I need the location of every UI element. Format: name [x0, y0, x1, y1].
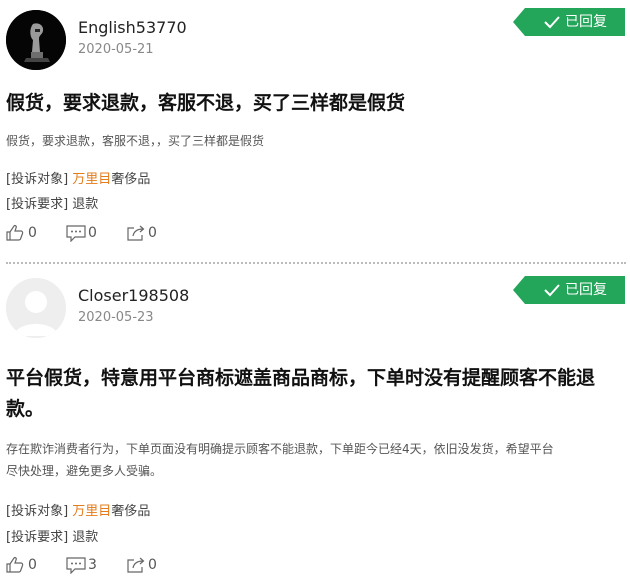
share-count: 0	[148, 225, 157, 241]
target-suffix: 奢侈品	[111, 504, 151, 519]
target-label: [投诉对象]	[6, 172, 69, 187]
thumbs-up-icon	[6, 557, 24, 573]
comment-count: 3	[88, 557, 97, 573]
comment-count: 0	[88, 225, 97, 241]
default-avatar-icon	[6, 278, 66, 338]
complaint-card: English53770 2020-05-21 已回复 假货，要求退款，客服不退…	[0, 0, 630, 260]
target-link[interactable]: 万里目	[72, 504, 111, 519]
thumbs-up-icon	[6, 225, 24, 241]
divider	[6, 262, 626, 264]
title-line: 平台假货，特意用平台商标遮盖商品商标，下单时没有提醒顾客不能退	[6, 367, 596, 389]
check-icon	[544, 16, 560, 29]
complaint-description: 假货，要求退款，客服不退，，买了三样都是假货	[6, 134, 265, 148]
username[interactable]: Closer198508	[78, 286, 189, 305]
complaint-card: Closer198508 2020-05-23 已回复 平台假货，特意用平台商标…	[0, 268, 630, 581]
post-date: 2020-05-23	[78, 310, 154, 325]
complaint-title[interactable]: 平台假货，特意用平台商标遮盖商品商标，下单时没有提醒顾客不能退 款。	[6, 363, 626, 425]
complaint-description: 存在欺诈消费者行为，下单页面没有明确提示顾客不能退款，下单距今已经4天，依旧没发…	[6, 438, 626, 482]
complaint-target: [投诉对象] 万里目奢侈品	[6, 168, 150, 187]
share-icon	[127, 225, 145, 241]
request-label: [投诉要求]	[6, 530, 69, 545]
check-icon	[544, 284, 560, 297]
complaint-request: [投诉要求] 退款	[6, 193, 98, 212]
target-link[interactable]: 万里目	[72, 172, 111, 187]
replied-status-badge: 已回复	[513, 8, 625, 36]
description-line: 尽快处理，避免更多人受骗。	[6, 464, 163, 478]
username[interactable]: English53770	[78, 18, 187, 37]
avatar[interactable]	[6, 278, 66, 338]
comment-icon	[66, 557, 86, 574]
status-label: 已回复	[565, 14, 607, 30]
user-avatar-icon	[6, 10, 66, 70]
complaint-target: [投诉对象] 万里目奢侈品	[6, 500, 150, 519]
post-date: 2020-05-21	[78, 42, 154, 57]
request-label: [投诉要求]	[6, 197, 69, 212]
comment-icon	[66, 225, 86, 242]
avatar[interactable]	[6, 10, 66, 70]
complaint-request: [投诉要求] 退款	[6, 526, 98, 545]
description-line: 存在欺诈消费者行为，下单页面没有明确提示顾客不能退款，下单距今已经4天，依旧没发…	[6, 442, 554, 456]
status-label: 已回复	[565, 282, 607, 298]
share-count: 0	[148, 557, 157, 573]
request-value: 退款	[72, 530, 99, 545]
like-count: 0	[28, 557, 37, 573]
title-line: 款。	[6, 398, 45, 420]
request-value: 退款	[72, 197, 99, 212]
share-icon	[127, 557, 145, 573]
replied-status-badge: 已回复	[513, 276, 625, 304]
target-suffix: 奢侈品	[111, 172, 151, 187]
target-label: [投诉对象]	[6, 504, 69, 519]
complaint-title[interactable]: 假货，要求退款，客服不退，买了三样都是假货	[6, 88, 626, 119]
like-count: 0	[28, 225, 37, 241]
